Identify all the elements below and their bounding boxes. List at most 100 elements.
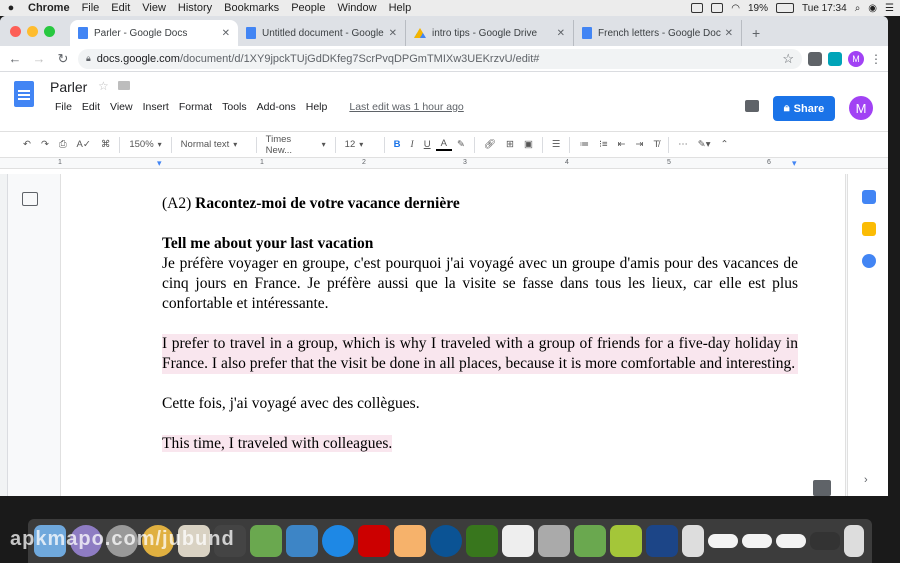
battery-icon[interactable]	[776, 3, 795, 13]
paint-format-icon[interactable]: ⌘	[96, 139, 116, 150]
numbered-list-icon[interactable]: ≔	[574, 139, 594, 150]
close-tab-icon[interactable]: ✕	[222, 28, 230, 39]
subheading[interactable]: Tell me about your last vacation	[162, 234, 798, 254]
heading-line[interactable]: (A2) Racontez-moi de votre vacance derni…	[162, 194, 798, 214]
bookmark-star-icon[interactable]: ☆	[782, 51, 794, 67]
calendar-icon[interactable]	[862, 190, 876, 204]
docs-menu-view[interactable]: View	[105, 101, 138, 113]
siri-icon[interactable]: ◉	[868, 3, 877, 14]
document-outline-icon[interactable]	[22, 192, 38, 206]
menu-help[interactable]: Help	[383, 2, 418, 14]
style-select[interactable]: Normal text	[176, 139, 252, 150]
increase-indent-icon[interactable]: ⇥	[631, 139, 649, 150]
docs-menu-tools[interactable]: Tools	[217, 101, 252, 113]
menu-file[interactable]: File	[76, 2, 106, 14]
explore-icon[interactable]	[813, 480, 831, 496]
menu-view[interactable]: View	[136, 2, 172, 14]
docs-menu-insert[interactable]: Insert	[138, 101, 174, 113]
menu-app[interactable]: Chrome	[22, 2, 76, 14]
new-tab-button[interactable]: +	[742, 20, 770, 46]
safari-icon[interactable]	[322, 525, 354, 557]
close-window-button[interactable]	[10, 26, 21, 37]
paragraph-french-1[interactable]: Je préfère voyager en groupe, c'est pour…	[162, 254, 798, 314]
more-icon[interactable]: ⋯	[673, 139, 693, 150]
chrome-menu-icon[interactable]: ⋮	[870, 52, 882, 66]
android-icon[interactable]	[610, 525, 642, 557]
docs-logo-icon[interactable]	[14, 81, 34, 107]
tray-icon[interactable]	[711, 3, 724, 13]
document-body[interactable]: (A2) Racontez-moi de votre vacance derni…	[162, 194, 798, 454]
tab-intro-tips[interactable]: intro tips - Google Drive ✕	[406, 20, 574, 46]
redo-icon[interactable]: ↷	[36, 139, 54, 150]
close-tab-icon[interactable]: ✕	[557, 28, 565, 39]
menu-edit[interactable]: Edit	[105, 2, 136, 14]
zoom-select[interactable]: 150%	[124, 139, 166, 150]
star-icon[interactable]: ☆	[98, 79, 109, 93]
docs-menu-edit[interactable]: Edit	[77, 101, 105, 113]
docs-menu-addons[interactable]: Add-ons	[252, 101, 301, 113]
address-bar[interactable]: 🔒︎ docs.google.com/document/d/1XY9jpckTU…	[78, 48, 802, 69]
keep-icon[interactable]	[862, 222, 876, 236]
paragraph-french-2[interactable]: Cette fois, j'ai voyagé avec des collègu…	[162, 394, 798, 414]
tab-parler[interactable]: Parler - Google Docs ✕	[70, 20, 238, 46]
tasks-icon[interactable]	[862, 254, 876, 268]
lock-icon[interactable]: 🔒︎	[86, 53, 91, 64]
menu-history[interactable]: History	[172, 2, 218, 14]
reload-icon[interactable]: ↻	[54, 51, 72, 67]
document-title[interactable]: Parler	[50, 79, 87, 95]
italic-button[interactable]: I	[406, 140, 419, 150]
acrobat-icon[interactable]	[358, 525, 390, 557]
camtasia-icon[interactable]	[466, 525, 498, 557]
textedit-icon[interactable]	[502, 525, 534, 557]
expand-panel-icon[interactable]: ›	[864, 474, 868, 486]
menu-bookmarks[interactable]: Bookmarks	[218, 2, 285, 14]
close-tab-icon[interactable]: ✕	[389, 28, 397, 39]
apple-icon[interactable]: ●	[0, 2, 22, 14]
window-thumb-icon[interactable]	[742, 534, 772, 548]
spellcheck-icon[interactable]: A✓	[72, 139, 96, 150]
bulleted-list-icon[interactable]: ⁝≡	[594, 139, 613, 150]
window-thumb-icon[interactable]	[776, 534, 806, 548]
window-thumb-icon[interactable]	[810, 532, 840, 550]
docs-menu-help[interactable]: Help	[301, 101, 333, 113]
menu-list-icon[interactable]: ☰	[885, 3, 894, 14]
pdf-icon[interactable]	[394, 525, 426, 557]
forward-icon[interactable]: →	[30, 51, 48, 66]
folder-icon[interactable]	[118, 81, 130, 90]
docs-menu-file[interactable]: File	[50, 101, 77, 113]
tab-french-letters[interactable]: French letters - Google Docs ✕	[574, 20, 742, 46]
app-icon[interactable]	[574, 525, 606, 557]
profile-avatar[interactable]: M	[848, 50, 864, 67]
extension-icon[interactable]	[828, 51, 842, 66]
editing-mode-icon[interactable]: ✎▾	[693, 139, 716, 150]
share-button[interactable]: 🔒︎ Share	[773, 96, 835, 121]
extension-icon[interactable]	[808, 51, 822, 66]
right-indent-marker-icon[interactable]: ▾	[792, 158, 797, 169]
wifi-icon[interactable]: ◠	[731, 3, 740, 14]
decrease-indent-icon[interactable]: ⇤	[613, 139, 631, 150]
text-color-button[interactable]: A	[435, 138, 452, 151]
menu-people[interactable]: People	[285, 2, 331, 14]
last-edit-link[interactable]: Last edit was 1 hour ago	[344, 101, 468, 113]
docs-menu-format[interactable]: Format	[174, 101, 217, 113]
back-icon[interactable]: ←	[6, 51, 24, 66]
paragraph-english-2[interactable]: This time, I traveled with colleagues.	[162, 434, 798, 454]
font-size-select[interactable]: 12	[340, 139, 380, 150]
database-icon[interactable]	[538, 525, 570, 557]
highlight-color-icon[interactable]: ✎	[452, 139, 470, 150]
collapse-menus-icon[interactable]: ⌃	[716, 139, 734, 150]
bold-button[interactable]: B	[389, 139, 406, 150]
indent-marker-icon[interactable]: ▾	[157, 158, 162, 169]
account-avatar[interactable]: M	[849, 96, 873, 120]
tab-untitled[interactable]: Untitled document - Google Do ✕	[238, 20, 406, 46]
document-thumb-icon[interactable]	[682, 525, 704, 557]
add-comment-icon[interactable]: ⊞	[501, 139, 519, 150]
link-icon[interactable]: 🔗︎	[479, 139, 501, 150]
tray-icon[interactable]	[691, 3, 704, 13]
close-tab-icon[interactable]: ✕	[725, 28, 733, 39]
clear-formatting-icon[interactable]: T̸	[648, 139, 664, 150]
print-icon[interactable]: ⎙	[54, 139, 72, 150]
insert-image-icon[interactable]: ▣	[519, 139, 538, 150]
vertical-ruler[interactable]	[0, 174, 8, 496]
zoom-window-button[interactable]	[44, 26, 55, 37]
